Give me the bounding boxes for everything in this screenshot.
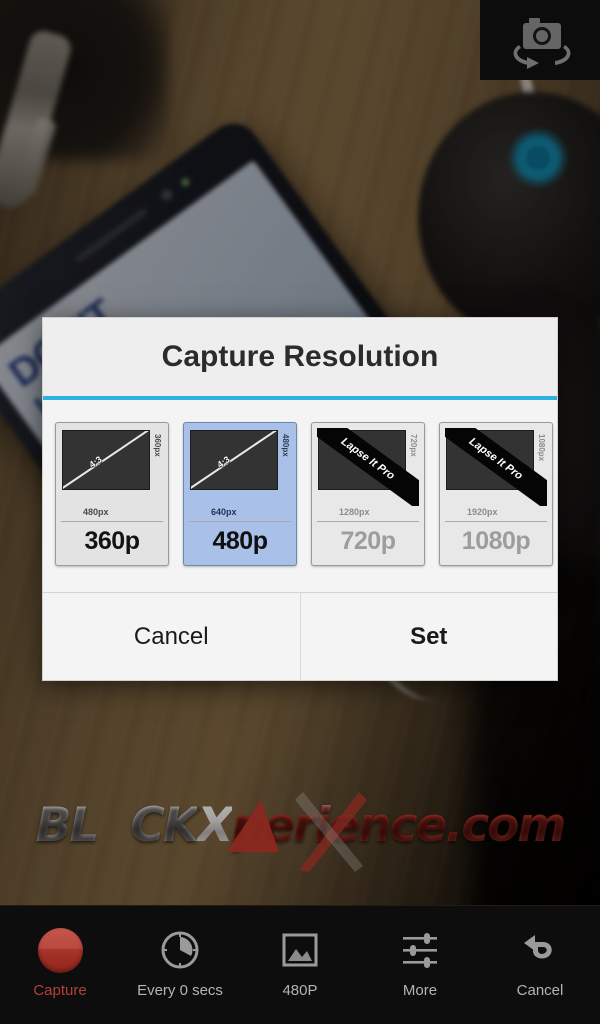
dialog-footer: Cancel Set (43, 592, 557, 680)
thumbnail-360p: 4:3 (62, 430, 150, 490)
undo-arrow-icon-svg (524, 935, 552, 959)
toolbar-item-cancel[interactable]: Cancel (480, 906, 600, 999)
clock-icon-svg (161, 931, 199, 969)
resolution-option-360p[interactable]: 4:3 360px 480px 360p (55, 422, 169, 566)
height-label-1080p: 1080px (537, 434, 546, 462)
toolbar-label-resolution: 480P (282, 982, 318, 999)
thumbnail-area-360p: 4:3 360px (61, 428, 163, 506)
resolution-name-1080p: 1080p (461, 526, 531, 555)
dialog-header: Capture Resolution (43, 318, 557, 396)
record-dot-icon (37, 927, 83, 973)
record-dot-shape (37, 927, 83, 973)
height-label-480p: 480px (281, 434, 290, 457)
toolbar-label-more: More (402, 982, 438, 999)
diagonal-line-icon (191, 431, 277, 489)
height-label-360p: 360px (153, 434, 162, 457)
resolution-option-720p[interactable]: 720px Lapse It Pro 1280px 720p (311, 422, 425, 566)
bottom-toolbar: Capture Every 0 secs 480P More Cancel (0, 905, 600, 1024)
dialog-title: Capture Resolution (161, 340, 439, 373)
clock-icon (157, 927, 203, 973)
thumbnail-area-480p: 4:3 480px (189, 428, 291, 506)
thumbnail-area-1080p: 1080px Lapse It Pro (445, 428, 547, 506)
resolution-option-1080p[interactable]: 1080px Lapse It Pro 1920px 1080p (439, 422, 553, 566)
toolbar-item-resolution[interactable]: 480P (240, 906, 360, 999)
thumbnail-480p: 4:3 (190, 430, 278, 490)
undo-arrow-icon (517, 927, 563, 973)
toolbar-item-more[interactable]: More (360, 906, 480, 999)
image-icon (277, 927, 323, 973)
diagonal-line-icon (63, 431, 149, 489)
sliders-icon (397, 927, 443, 973)
dialog-set-button[interactable]: Set (301, 593, 558, 680)
width-label-720p: 1280px (339, 507, 370, 517)
resolution-name-720p: 720p (340, 526, 396, 555)
capture-resolution-dialog: Capture Resolution 4:3 360px 480px 360p (42, 317, 558, 681)
width-label-360p: 480px (83, 507, 109, 517)
toolbar-label-interval: Every 0 secs (137, 982, 223, 999)
toolbar-label-capture: Capture (33, 982, 87, 999)
dialog-body: 4:3 360px 480px 360p 4:3 480px 640px 480… (43, 400, 557, 592)
toolbar-item-capture[interactable]: Capture (0, 906, 120, 999)
thumbnail-area-720p: 720px Lapse It Pro (317, 428, 419, 506)
resolution-name-480p: 480p (212, 526, 268, 555)
toolbar-item-interval[interactable]: Every 0 secs (120, 906, 240, 999)
resolution-name-360p: 360p (84, 526, 140, 555)
resolution-option-list[interactable]: 4:3 360px 480px 360p 4:3 480px 640px 480… (43, 422, 557, 566)
width-label-1080p: 1920px (467, 507, 498, 517)
sliders-icon-svg (403, 933, 437, 968)
height-label-720p: 720px (409, 434, 418, 457)
image-icon-svg (282, 933, 318, 967)
resolution-option-480p[interactable]: 4:3 480px 640px 480p (183, 422, 297, 566)
dialog-cancel-button[interactable]: Cancel (43, 593, 301, 680)
toolbar-label-cancel: Cancel (516, 982, 564, 999)
width-label-480p: 640px (211, 507, 237, 517)
